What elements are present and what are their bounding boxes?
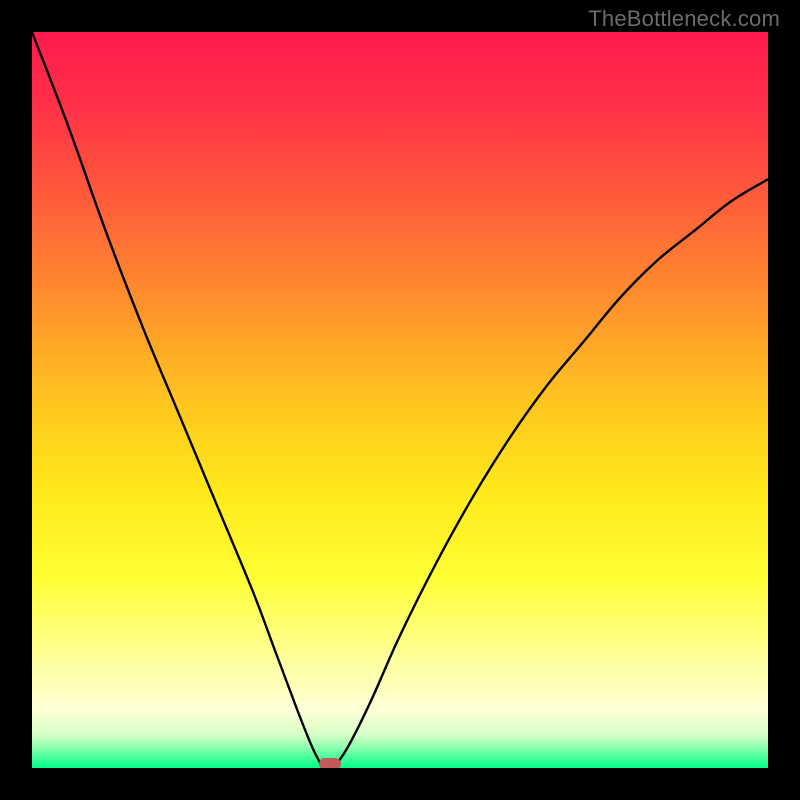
optimal-point-marker [319,758,341,768]
bottleneck-curve [32,32,768,768]
chart-frame: TheBottleneck.com [0,0,800,800]
plot-area [32,32,768,768]
watermark-text: TheBottleneck.com [588,6,780,32]
curve-layer [32,32,768,768]
